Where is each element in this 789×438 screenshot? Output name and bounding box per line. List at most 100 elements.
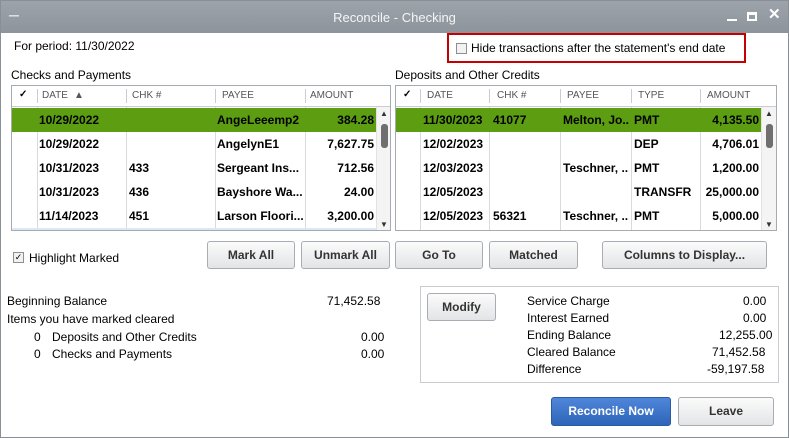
columns-to-display-button[interactable]: Columns to Display... [602, 241, 767, 269]
date-column-header[interactable]: DATE [427, 90, 453, 101]
type-cell: PMT [634, 161, 660, 175]
payee-cell: Sergeant Ins... [217, 161, 300, 175]
payee-cell: AngelynE1 [217, 137, 280, 151]
scroll-thumb[interactable] [381, 124, 388, 148]
amount-cell: 7,627.75 [327, 137, 374, 151]
amount-cell: 25,000.00 [705, 185, 759, 199]
date-cell: 11/30/2023 [423, 113, 483, 127]
cleared-balance-value: 71,452.58 [712, 345, 766, 359]
type-column-header[interactable]: TYPE [638, 90, 664, 101]
checks-count: 0 [34, 347, 41, 361]
type-cell: PMT [634, 209, 660, 223]
chk-cell: 433 [129, 161, 150, 175]
date-cell: 12/02/2023 [423, 137, 484, 151]
checks-grid: ✓ DATE ▲ CHK # PAYEE AMOUNT 10/29/2022 An… [11, 85, 391, 231]
payee-cell: AngeLeeemp2 [217, 113, 300, 127]
reconcile-now-button[interactable]: Reconcile Now [551, 397, 671, 426]
amount-cell: 384.28 [337, 113, 374, 127]
deposits-value: 0.00 [361, 330, 385, 344]
table-row[interactable]: 12/05/2023 56321 Teschner, ... PMT 5,000.00 [396, 204, 761, 228]
hide-transactions-option[interactable]: Hide transactions after the statement's … [447, 33, 746, 63]
type-cell: TRANSFR [634, 185, 692, 199]
checks-header: ✓ DATE ▲ CHK # PAYEE AMOUNT [12, 86, 390, 107]
chk-cell: 451 [129, 209, 150, 223]
sort-ascending-icon: ▲ [74, 90, 84, 101]
beginning-balance-value: 71,452.58 [327, 294, 381, 308]
hide-transactions-label: Hide transactions after the statement's … [471, 41, 726, 55]
amount-column-header[interactable]: AMOUNT [310, 90, 353, 101]
deposits-scrollbar[interactable]: ▲ ▼ [761, 107, 776, 230]
table-row[interactable]: 12/02/2023 DEP 4,706.01 [396, 132, 761, 156]
ending-balance-label: Ending Balance [527, 328, 612, 342]
amount-cell: 24.00 [343, 185, 374, 199]
scroll-thumb[interactable] [766, 124, 773, 148]
checkmark-column-header[interactable]: ✓ [19, 89, 27, 100]
scroll-down-icon[interactable]: ▼ [765, 220, 773, 229]
table-row[interactable]: 12/03/2023 Teschner, ... PMT 1,200.00 [396, 156, 761, 180]
window-title: Reconcile - Checking [333, 10, 456, 25]
mark-all-button[interactable]: Mark All [207, 241, 295, 269]
type-cell: PMT [634, 113, 660, 127]
amount-column-header[interactable]: AMOUNT [707, 90, 750, 101]
service-charge-value: 0.00 [743, 294, 767, 308]
payee-cell: Teschner, ... [563, 209, 629, 223]
unmark-all-button[interactable]: Unmark All [301, 241, 390, 269]
payee-cell: Larson Floori... [217, 209, 303, 223]
table-row[interactable]: 10/29/2022 AngelynE1 7,627.75 [12, 132, 376, 156]
table-row[interactable]: 10/29/2022 AngeLeeemp2 384.28 [12, 108, 376, 132]
difference-value: -59,197.58 [707, 362, 765, 376]
chk-cell: 436 [129, 185, 150, 199]
deposits-section-title: Deposits and Other Credits [395, 68, 540, 82]
date-cell: 10/29/2022 [39, 137, 100, 151]
date-cell: 12/03/2023 [423, 161, 484, 175]
payee-column-header[interactable]: PAYEE [222, 90, 254, 101]
highlight-marked-label: Highlight Marked [29, 251, 120, 265]
checks-section-title: Checks and Payments [11, 68, 132, 82]
beginning-balance-label: Beginning Balance [7, 294, 108, 308]
amount-cell: 3,200.00 [327, 209, 374, 223]
modify-button[interactable]: Modify [427, 293, 496, 321]
payee-cell: Bayshore Wa... [217, 185, 303, 199]
scroll-down-icon[interactable]: ▼ [380, 220, 388, 229]
table-row[interactable]: 11/30/2023 41077 Melton, Jo... PMT 4,135.50 [396, 108, 761, 132]
deposits-count: 0 [34, 330, 41, 344]
minimize-icon[interactable] [727, 19, 737, 21]
difference-label: Difference [527, 362, 582, 376]
scroll-up-icon[interactable]: ▲ [765, 109, 773, 118]
table-row[interactable]: 10/31/2023 436 Bayshore Wa... 24.00 [12, 180, 376, 204]
highlight-marked-checkbox[interactable]: ✓ [13, 252, 24, 263]
ending-balance-value: 12,255.00 [719, 328, 773, 342]
table-row[interactable]: 12/05/2023 TRANSFR 25,000.00 [396, 180, 761, 204]
date-cell: 10/31/2023 [39, 185, 100, 199]
table-row[interactable]: 11/14/2023 451 Larson Floori... 3,200.00 [12, 204, 376, 228]
leave-button[interactable]: Leave [678, 397, 774, 426]
date-column-header[interactable]: DATE [42, 90, 68, 101]
items-marked-label: Items you have marked cleared [7, 312, 175, 326]
interest-earned-value: 0.00 [743, 311, 767, 325]
deposits-label: Deposits and Other Credits [52, 330, 197, 344]
amount-cell: 5,000.00 [712, 209, 759, 223]
totals-panel: Modify Service Charge 0.00 Interest Earn… [420, 286, 779, 383]
service-charge-label: Service Charge [527, 294, 610, 308]
table-row[interactable]: 10/31/2023 433 Sergeant Ins... 712.56 [12, 156, 376, 180]
payee-column-header[interactable]: PAYEE [567, 90, 599, 101]
checkmark-column-header[interactable]: ✓ [403, 89, 411, 100]
amount-cell: 4,135.50 [712, 113, 759, 127]
chk-column-header[interactable]: CHK # [497, 90, 526, 101]
payee-cell: Melton, Jo... [563, 113, 629, 127]
checks-scrollbar[interactable]: ▲ ▼ [376, 107, 390, 230]
go-to-button[interactable]: Go To [395, 241, 483, 269]
close-icon[interactable]: ✕ [768, 7, 781, 22]
title-bar: ─ Reconcile - Checking ✕ [1, 1, 788, 33]
chk-column-header[interactable]: CHK # [132, 90, 161, 101]
amount-cell: 1,200.00 [712, 161, 759, 175]
maximize-icon[interactable] [747, 12, 757, 21]
matched-button[interactable]: Matched [489, 241, 578, 269]
checks-label: Checks and Payments [52, 347, 173, 361]
amount-cell: 712.56 [337, 161, 374, 175]
deposits-grid: ✓ DATE CHK # PAYEE TYPE AMOUNT 11/30/202… [395, 85, 777, 231]
scroll-up-icon[interactable]: ▲ [380, 109, 388, 118]
date-cell: 10/31/2023 [39, 161, 100, 175]
hide-transactions-checkbox[interactable] [456, 43, 467, 54]
reconcile-window: ─ Reconcile - Checking ✕ For period: 11/… [0, 0, 789, 438]
